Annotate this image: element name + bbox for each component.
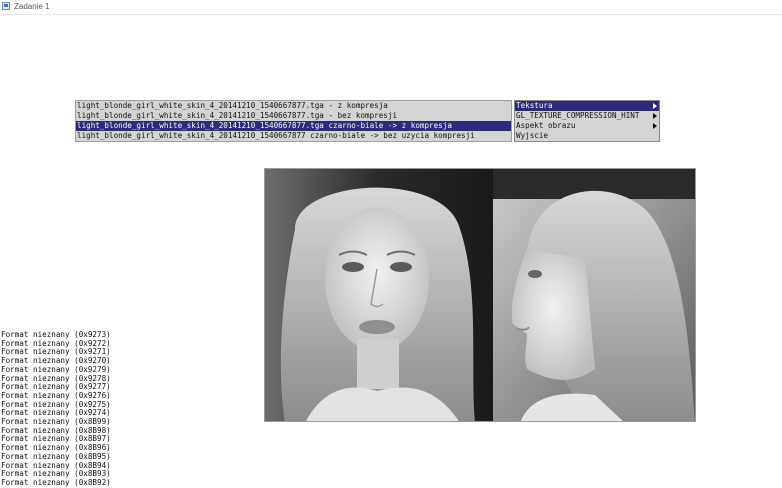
window-title: Zadanie 1 <box>14 2 50 11</box>
submenu-arrow-icon <box>653 113 657 119</box>
menu-item-label: GL_TEXTURE_COMPRESSION_HINT <box>516 111 640 120</box>
submenu-item[interactable]: light_blonde_girl_white_skin_4_20141210_… <box>76 101 511 111</box>
submenu-item[interactable]: light_blonde_girl_white_skin_4_20141210_… <box>76 111 511 121</box>
context-menu: Tekstura GL_TEXTURE_COMPRESSION_HINT Aspek… <box>514 100 660 142</box>
menu-item[interactable]: Wyjscie <box>515 131 659 141</box>
title-bar: Zadanie 1 <box>0 0 782 15</box>
submenu-arrow-icon <box>653 103 657 109</box>
menu-item[interactable]: Aspekt obrazu <box>515 121 659 131</box>
menu-item[interactable]: GL_TEXTURE_COMPRESSION_HINT <box>515 111 659 121</box>
menu-item[interactable]: Tekstura <box>515 101 659 111</box>
menu-item-label: Wyjscie <box>516 131 549 140</box>
console-line: Format nieznany (0x8B92) <box>1 477 111 487</box>
menu-item-label: Aspekt obrazu <box>516 121 576 130</box>
submenu-item[interactable]: light_blonde_girl_white_skin_4_20141210_… <box>76 121 511 131</box>
console-output: Format nieznany (0x9273) Format nieznany … <box>1 330 111 488</box>
texture-image <box>264 168 696 422</box>
texture-submenu: light_blonde_girl_white_skin_4_20141210_… <box>75 100 512 142</box>
submenu-item[interactable]: light_blonde_girl_white_skin_4_20141210_… <box>76 131 511 141</box>
menu-item-label: Tekstura <box>516 101 553 110</box>
submenu-arrow-icon <box>653 123 657 129</box>
app-icon <box>2 2 10 10</box>
